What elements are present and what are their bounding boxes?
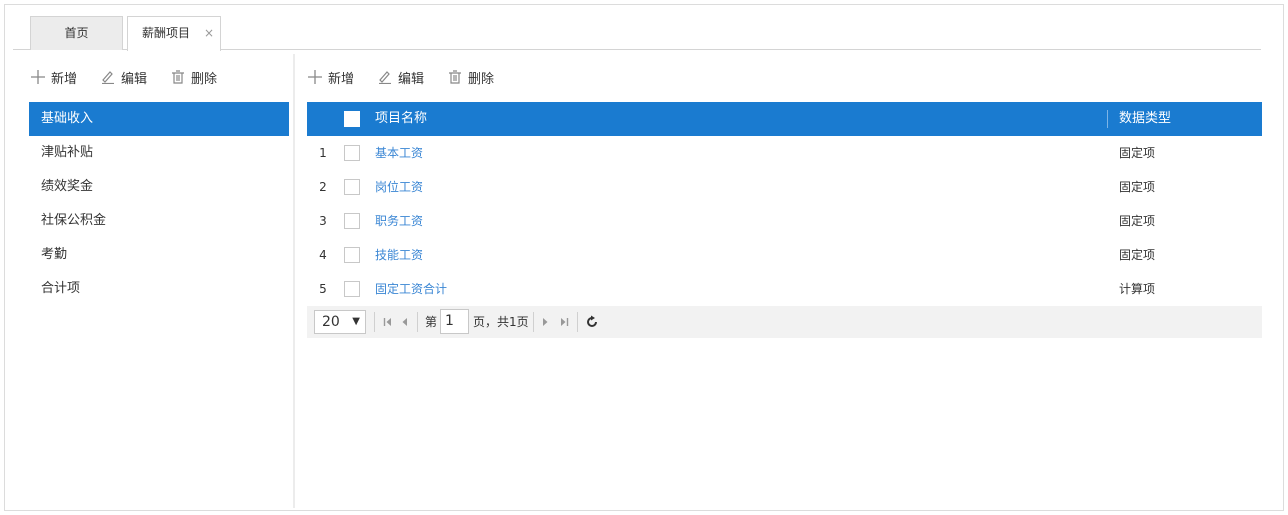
refresh-icon[interactable] <box>585 315 599 329</box>
row-number: 2 <box>319 180 327 194</box>
item-add-button[interactable]: 新增 <box>308 68 354 87</box>
column-header-type[interactable]: 数据类型 <box>1119 102 1171 136</box>
item-edit-button[interactable]: 编辑 <box>378 68 424 87</box>
category-item-attendance[interactable]: 考勤 <box>29 238 289 272</box>
column-resize-handle[interactable] <box>1107 110 1108 128</box>
table-row[interactable]: 3 职务工资 固定项 <box>307 204 1262 238</box>
category-add-button[interactable]: 新增 <box>31 68 77 87</box>
row-checkbox[interactable] <box>344 213 360 229</box>
panel-divider[interactable] <box>293 54 295 508</box>
page-size-value: 20 <box>322 314 340 330</box>
page-prefix: 第 <box>425 315 438 329</box>
item-edit-label: 编辑 <box>398 71 425 87</box>
row-number: 4 <box>319 248 327 262</box>
category-item-totals[interactable]: 合计项 <box>29 272 289 306</box>
row-number: 1 <box>319 146 327 160</box>
item-type: 固定项 <box>1119 248 1156 262</box>
pager-divider <box>577 312 578 332</box>
category-delete-label: 删除 <box>191 71 218 87</box>
column-header-name[interactable]: 项目名称 <box>375 102 427 136</box>
row-number: 3 <box>319 214 327 228</box>
row-checkbox[interactable] <box>344 281 360 297</box>
item-type: 固定项 <box>1119 214 1156 228</box>
row-checkbox[interactable] <box>344 247 360 263</box>
salary-items-grid: 项目名称 数据类型 1 基本工资 固定项 2 岗位工资 固定项 3 职务工资 固… <box>307 102 1262 338</box>
item-type: 固定项 <box>1119 146 1156 160</box>
trash-icon <box>172 70 185 84</box>
grid-header: 项目名称 数据类型 <box>307 102 1262 136</box>
trash-icon <box>449 70 462 84</box>
pagination-bar: 20 ▼ 第 1 页，共1页 <box>307 306 1262 338</box>
item-name-link[interactable]: 基本工资 <box>375 136 423 170</box>
page-suffix: 页，共1页 <box>473 315 529 329</box>
tab-salary-items-label: 薪酬项目 <box>141 26 190 40</box>
category-list: 基础收入 津贴补贴 绩效奖金 社保公积金 考勤 合计项 <box>29 102 289 306</box>
item-name-link[interactable]: 职务工资 <box>375 204 423 238</box>
item-type: 计算项 <box>1119 282 1156 296</box>
item-delete-label: 删除 <box>468 71 495 87</box>
category-edit-label: 编辑 <box>121 71 148 87</box>
plus-icon <box>31 70 45 84</box>
pager-divider <box>417 312 418 332</box>
next-page-icon[interactable] <box>540 315 550 329</box>
page-number-input[interactable]: 1 <box>440 309 469 334</box>
row-number: 5 <box>319 282 327 296</box>
pencil-icon <box>379 71 392 84</box>
item-delete-button[interactable]: 删除 <box>448 68 494 87</box>
tab-bar: 首页 薪酬项目 × <box>13 16 1261 51</box>
first-page-icon[interactable] <box>383 315 393 329</box>
last-page-icon[interactable] <box>559 315 569 329</box>
category-item-allowance[interactable]: 津贴补贴 <box>29 136 289 170</box>
category-delete-button[interactable]: 删除 <box>171 68 217 87</box>
tab-home[interactable]: 首页 <box>30 16 123 50</box>
plus-icon <box>308 70 322 84</box>
table-row[interactable]: 5 固定工资合计 计算项 <box>307 272 1262 306</box>
pager-divider <box>374 312 375 332</box>
app-frame: 首页 薪酬项目 × 新增 编辑 删除 基础收入 津贴补贴 绩效奖金 社保公积金 … <box>4 4 1284 511</box>
items-toolbar: 新增 编辑 删除 <box>308 65 518 89</box>
tab-salary-items[interactable]: 薪酬项目 × <box>127 16 221 51</box>
table-row[interactable]: 2 岗位工资 固定项 <box>307 170 1262 204</box>
pencil-icon <box>102 71 115 84</box>
table-row[interactable]: 1 基本工资 固定项 <box>307 136 1262 170</box>
dropdown-arrow-icon: ▼ <box>352 316 360 327</box>
table-row[interactable]: 4 技能工资 固定项 <box>307 238 1262 272</box>
item-type: 固定项 <box>1119 180 1156 194</box>
category-item-bonus[interactable]: 绩效奖金 <box>29 170 289 204</box>
row-checkbox[interactable] <box>344 179 360 195</box>
item-name-link[interactable]: 岗位工资 <box>375 170 423 204</box>
tab-home-label: 首页 <box>64 26 89 40</box>
close-icon[interactable]: × <box>204 17 214 49</box>
prev-page-icon[interactable] <box>400 315 410 329</box>
select-all-checkbox[interactable] <box>344 111 360 127</box>
category-edit-button[interactable]: 编辑 <box>101 68 147 87</box>
page-size-select[interactable]: 20 ▼ <box>314 310 366 334</box>
row-checkbox[interactable] <box>344 145 360 161</box>
item-name-link[interactable]: 固定工资合计 <box>375 272 447 306</box>
category-add-label: 新增 <box>51 71 78 87</box>
pager-divider <box>533 312 534 332</box>
category-item-social-security[interactable]: 社保公积金 <box>29 204 289 238</box>
category-toolbar: 新增 编辑 删除 <box>31 65 241 89</box>
category-item-basic-income[interactable]: 基础收入 <box>29 102 289 136</box>
item-add-label: 新增 <box>328 71 355 87</box>
item-name-link[interactable]: 技能工资 <box>375 238 423 272</box>
